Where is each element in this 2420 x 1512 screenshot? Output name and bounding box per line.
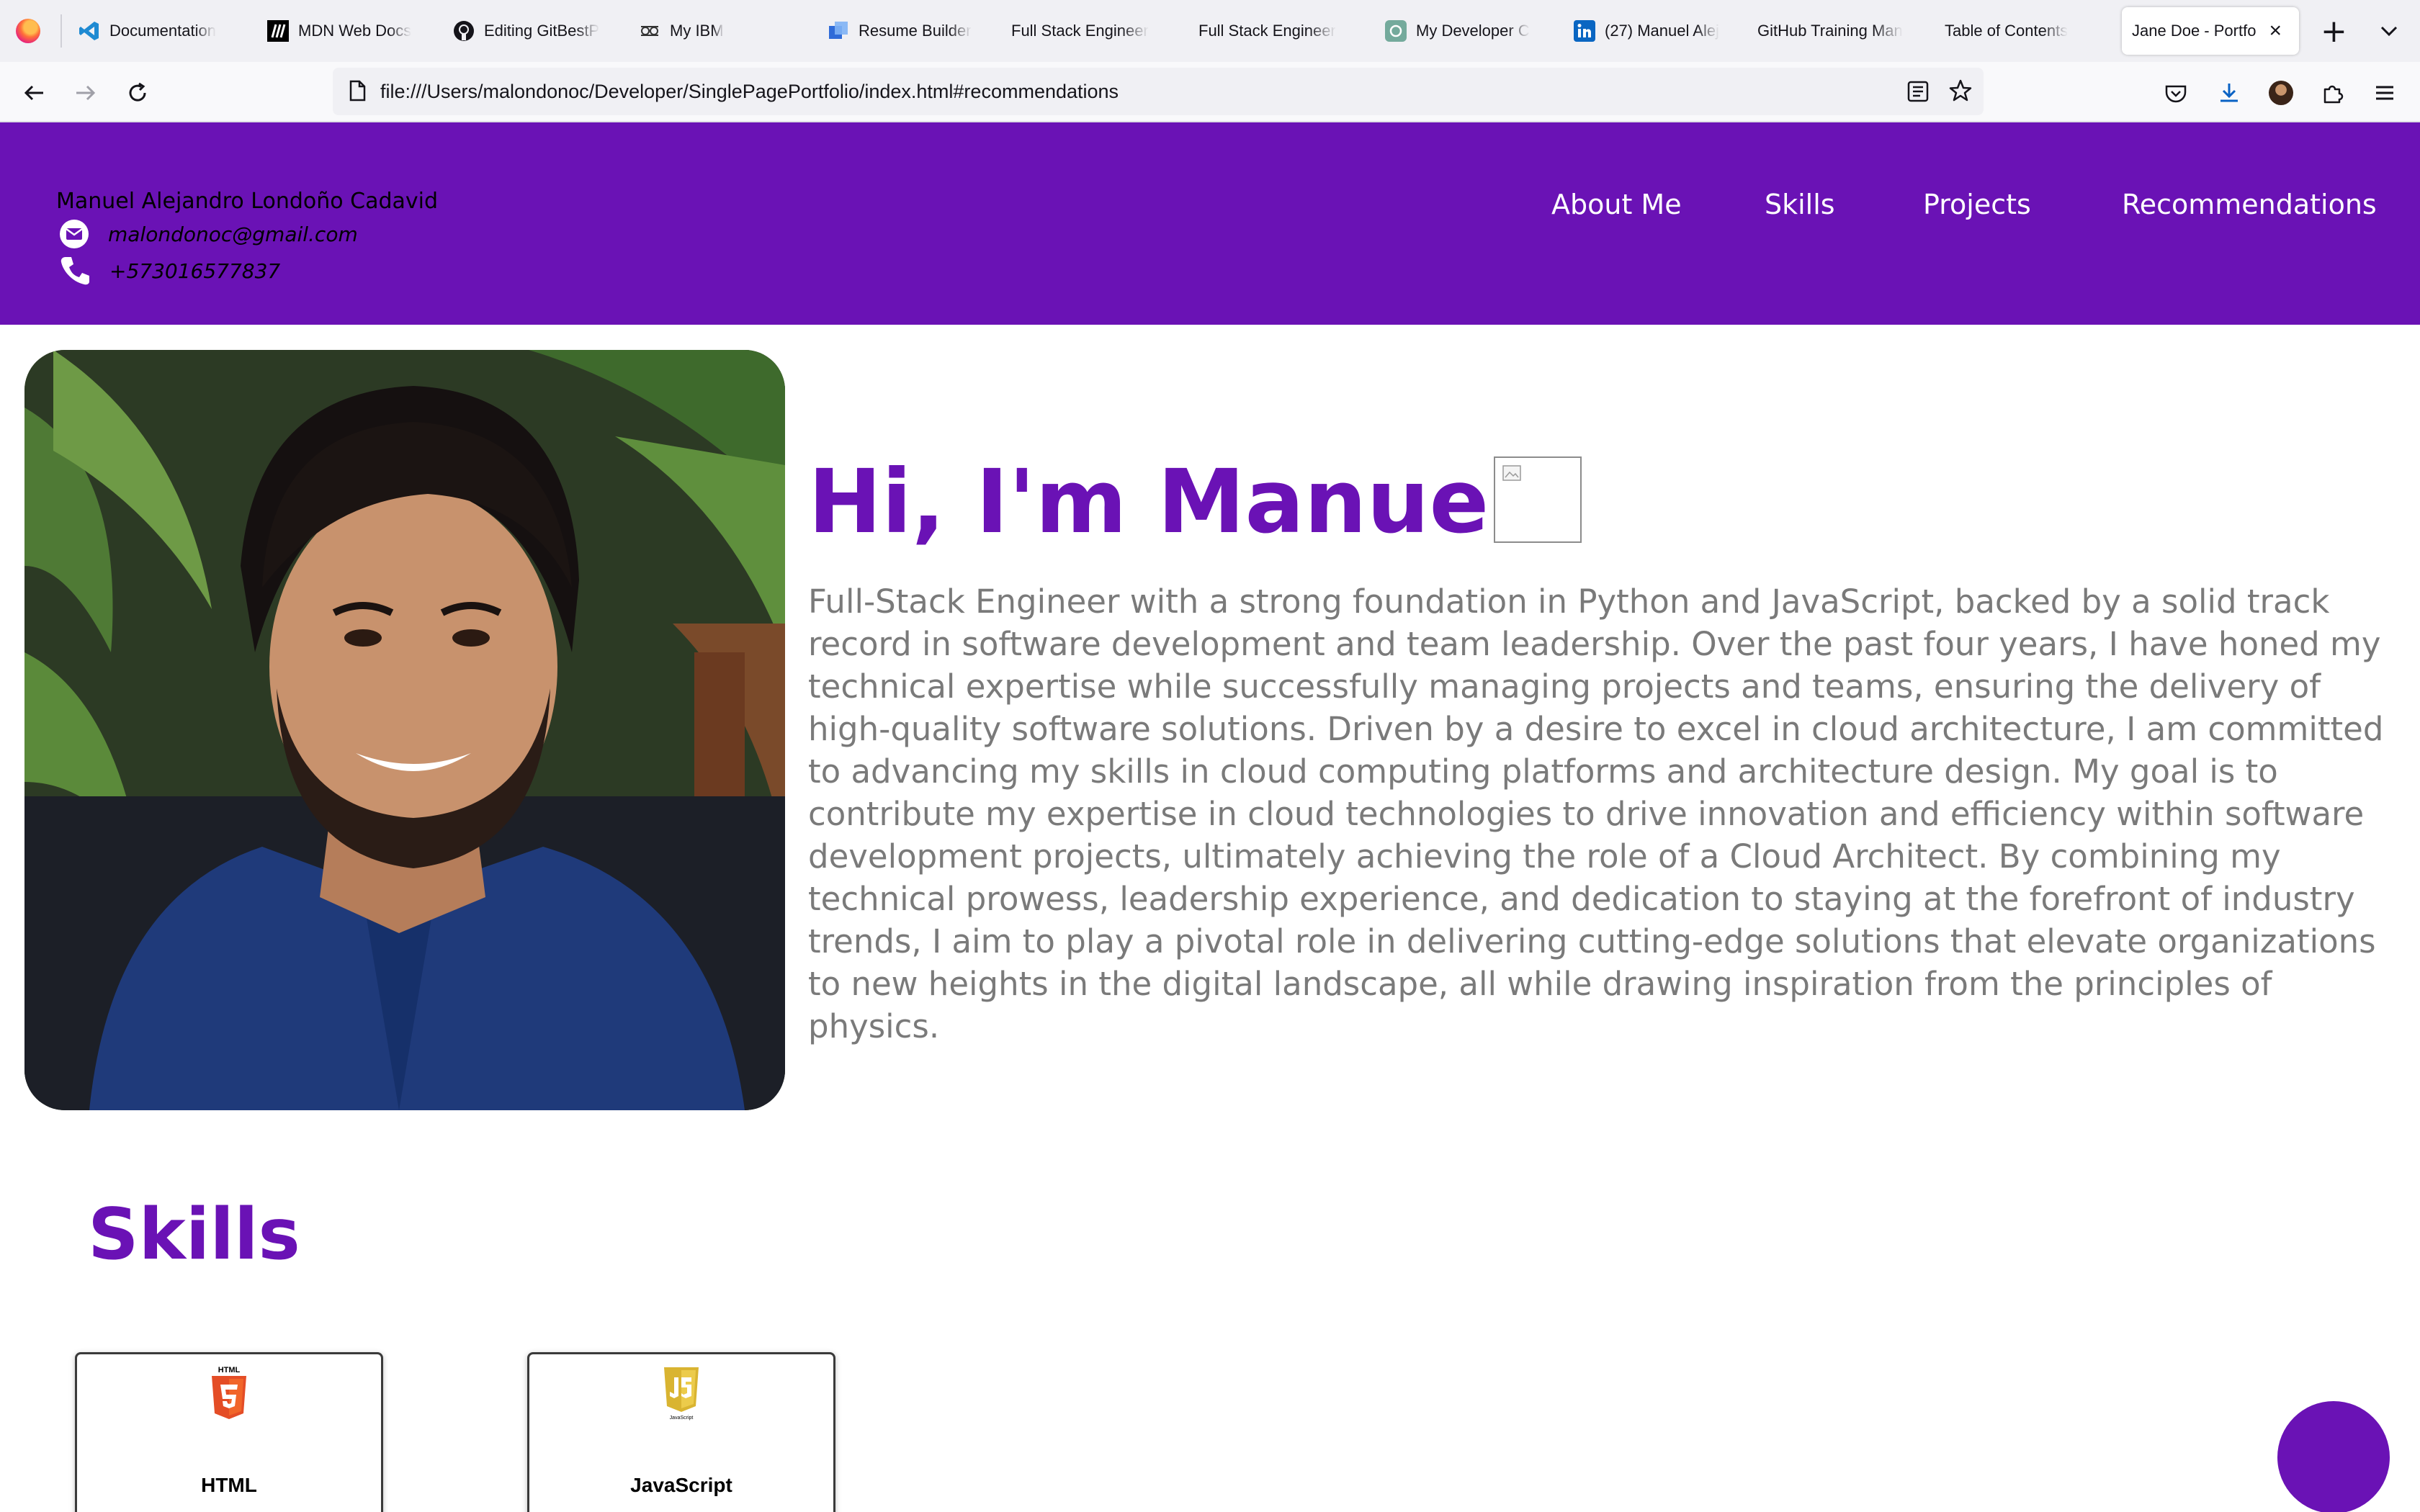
browser-tab-full-stack-2[interactable]: Full Stack Engineer [1188, 7, 1361, 55]
close-tab-icon[interactable]: × [2269, 19, 2282, 43]
browser-tab-resume-builder[interactable]: Resume Builder [817, 7, 990, 55]
browser-tab-my-developer[interactable]: My Developer C [1374, 7, 1547, 55]
phone-icon [60, 257, 89, 285]
contact-phone: +573016577837 [59, 255, 280, 287]
nav-recommendations[interactable]: Recommendations [2122, 189, 2377, 220]
openai-icon [1384, 19, 1407, 42]
ibm-icon [638, 19, 661, 42]
list-all-tabs-icon[interactable] [2377, 19, 2401, 43]
bookmark-star-icon[interactable] [1948, 78, 1973, 104]
browser-tab-editing-gitbest[interactable]: Editing GitBestP [442, 7, 621, 55]
nav-skills[interactable]: Skills [1765, 189, 1835, 220]
javascript-icon-label: JavaScript [670, 1416, 694, 1421]
skill-card-html[interactable]: HTML HTML [75, 1352, 383, 1512]
tab-divider [60, 14, 62, 48]
browser-tab-table-of-contents[interactable]: Table of Contents [1935, 7, 2107, 55]
pocket-icon [2165, 85, 2187, 103]
hero-title: Hi, I'm Manuel! [808, 451, 1559, 553]
url-bar[interactable]: file:///Users/malondonoc/Developer/Singl… [333, 68, 1984, 115]
skill-name: JavaScript [630, 1474, 732, 1496]
browser-tab-github-training[interactable]: GitHub Training Man [1747, 7, 1920, 55]
skills-title: Skills [88, 1194, 300, 1276]
nav-about-me[interactable]: About Me [1551, 189, 1682, 220]
avatar [2269, 81, 2293, 105]
download-icon [2220, 84, 2238, 102]
puzzle-piece-icon [2323, 85, 2344, 104]
owner-name: Manuel Alejandro Londoño Cadavid [56, 189, 439, 214]
contact-email: malondonoc@gmail.com [59, 219, 358, 249]
reload-icon [129, 82, 146, 102]
browser-tab-documentation[interactable]: Documentation [68, 7, 239, 55]
email-icon [60, 220, 89, 248]
hero-bio: Full-Stack Engineer with a strong founda… [808, 582, 2384, 1045]
resume-builder-icon [827, 19, 850, 42]
site-header: Manuel Alejandro Londoño Cadavid malondo… [0, 122, 2420, 325]
browser-tab-full-stack-1[interactable]: Full Stack Engineer [1001, 7, 1174, 55]
javascript-icon: JavaScript [664, 1367, 699, 1421]
page-content: Manuel Alejandro Londoño Cadavid malondo… [0, 122, 2420, 1512]
back-button[interactable] [17, 76, 50, 109]
skill-card-javascript[interactable]: JavaScript JavaScript [527, 1352, 835, 1512]
url-text[interactable]: file:///Users/malondonoc/Developer/Singl… [380, 81, 1119, 103]
nav-projects[interactable]: Projects [1923, 189, 2031, 220]
html5-icon: HTML [212, 1366, 246, 1419]
arrow-left-icon [24, 85, 43, 101]
extensions-button[interactable] [2316, 76, 2349, 109]
reload-button[interactable] [121, 76, 154, 109]
browser-toolbar: file:///Users/malondonoc/Developer/Singl… [0, 62, 2420, 122]
app-menu-button[interactable] [2368, 76, 2401, 109]
skill-name: HTML [201, 1474, 257, 1496]
firefox-logo-icon[interactable] [16, 19, 40, 43]
browser-tab-bar: Documentation MDN Web Docs Editing GitBe… [0, 0, 2420, 62]
account-button[interactable] [2264, 76, 2298, 109]
browser-tab-mdn[interactable]: MDN Web Docs [256, 7, 428, 55]
vscode-icon [78, 19, 101, 42]
mdn-icon [266, 19, 290, 42]
github-icon [452, 19, 475, 42]
pocket-button[interactable] [2159, 76, 2192, 109]
new-tab-icon[interactable]: + [2321, 16, 2347, 48]
broken-image-placeholder [1494, 456, 1582, 543]
browser-tab-jane-doe-portfolio[interactable]: Jane Doe - Portfo × [2122, 7, 2299, 55]
html5-icon-label: HTML [218, 1366, 241, 1374]
email-address[interactable]: malondonoc@gmail.com [108, 222, 358, 246]
reader-view-icon[interactable] [1906, 79, 1930, 104]
hamburger-menu-icon [2376, 86, 2393, 100]
downloads-button[interactable] [2213, 76, 2246, 109]
arrow-right-icon [76, 85, 96, 101]
browser-tab-my-ibm[interactable]: My IBM [628, 7, 772, 55]
page-icon [349, 80, 366, 102]
floating-action-button[interactable] [2277, 1401, 2390, 1512]
forward-button[interactable] [69, 76, 102, 109]
browser-tab-linkedin[interactable]: (27) Manuel Alej [1563, 7, 1736, 55]
profile-photo [24, 350, 785, 1110]
linkedin-icon [1573, 19, 1596, 42]
phone-number[interactable]: +573016577837 [109, 259, 280, 283]
broken-image-icon [1502, 465, 1521, 481]
